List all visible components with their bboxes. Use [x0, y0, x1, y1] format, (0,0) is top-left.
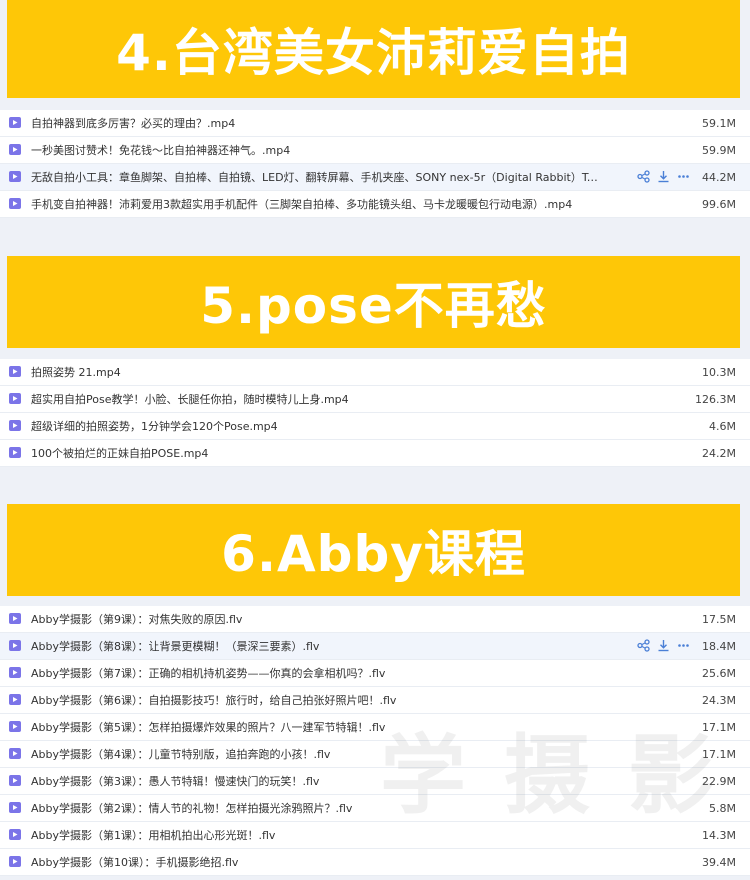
video-file-icon: [9, 721, 21, 732]
section-title: 5.pose不再愁: [7, 256, 740, 348]
file-row[interactable]: Abby学摄影（第1课）：用相机拍出心形光斑！.flv 14.3M: [0, 822, 750, 849]
file-name: Abby学摄影（第7课）：正确的相机持机姿势——你真的会拿相机吗？.flv: [31, 667, 386, 680]
video-file-icon: [9, 802, 21, 813]
file-row[interactable]: Abby学摄影（第5课）：怎样拍摄爆炸效果的照片？八一建军节特辑！.flv 17…: [0, 714, 750, 741]
file-name: 超实用自拍Pose教学！小脸、长腿任你拍，随时模特儿上身.mp4: [31, 393, 349, 406]
file-name: Abby学摄影（第5课）：怎样拍摄爆炸效果的照片？八一建军节特辑！.flv: [31, 721, 386, 734]
file-name: Abby学摄影（第1课）：用相机拍出心形光斑！.flv: [31, 829, 276, 842]
video-file-icon: [9, 856, 21, 867]
file-row[interactable]: 超级详细的拍照姿势，1分钟学会120个Pose.mp4 4.6M: [0, 413, 750, 440]
file-name: 自拍神器到底多厉害？必买的理由？.mp4: [31, 117, 236, 130]
share-icon[interactable]: [637, 170, 650, 183]
file-name: Abby学摄影（第2课）：情人节的礼物！怎样拍摄光涂鸦照片？.flv: [31, 802, 353, 815]
file-size: 24.3M: [702, 693, 736, 707]
more-icon[interactable]: [677, 639, 690, 652]
file-row[interactable]: Abby学摄影（第10课）：手机摄影绝招.flv 39.4M: [0, 849, 750, 876]
more-icon[interactable]: [677, 170, 690, 183]
file-size: 10.3M: [702, 365, 736, 379]
download-icon[interactable]: [657, 639, 670, 652]
row-actions: [637, 170, 690, 183]
video-file-icon: [9, 748, 21, 759]
video-file-icon: [9, 117, 21, 128]
file-size: 14.3M: [702, 828, 736, 842]
file-row[interactable]: 100个被拍烂的正妹自拍POSE.mp4 24.2M: [0, 440, 750, 467]
file-row[interactable]: Abby学摄影（第3课）：愚人节特辑！慢速快门的玩笑！.flv 22.9M: [0, 768, 750, 795]
file-name: 超级详细的拍照姿势，1分钟学会120个Pose.mp4: [31, 420, 278, 433]
video-file-icon: [9, 198, 21, 209]
download-icon[interactable]: [657, 170, 670, 183]
file-name: 一秒美图讨赞术！免花钱～比自拍神器还神气。.mp4: [31, 144, 291, 157]
file-name: Abby学摄影（第3课）：愚人节特辑！慢速快门的玩笑！.flv: [31, 775, 320, 788]
file-list: Abby学摄影（第9课）：对焦失败的原因.flv 17.5M Abby学摄影（第…: [0, 606, 750, 876]
file-size: 5.8M: [709, 801, 736, 815]
video-file-icon: [9, 667, 21, 678]
file-name: Abby学摄影（第4课）：儿童节特别版，追拍奔跑的小孩！.flv: [31, 748, 331, 761]
file-size: 39.4M: [702, 855, 736, 869]
video-file-icon: [9, 694, 21, 705]
section-title: 6.Abby课程: [7, 504, 740, 596]
video-file-icon: [9, 640, 21, 651]
file-name: Abby学摄影（第8课）：让背景更模糊！（景深三要素）.flv: [31, 640, 320, 653]
video-file-icon: [9, 829, 21, 840]
row-actions: [637, 639, 690, 652]
file-size: 59.1M: [702, 116, 736, 130]
share-icon[interactable]: [637, 639, 650, 652]
file-size: 24.2M: [702, 446, 736, 460]
file-list: 自拍神器到底多厉害？必买的理由？.mp4 59.1M 一秒美图讨赞术！免花钱～比…: [0, 110, 750, 218]
file-name: 手机变自拍神器！沛莉爱用3款超实用手机配件（三脚架自拍棒、多功能镜头组、马卡龙暖…: [31, 198, 573, 211]
video-file-icon: [9, 775, 21, 786]
file-row[interactable]: 拍照姿势 21.mp4 10.3M: [0, 359, 750, 386]
video-file-icon: [9, 366, 21, 377]
section-title: 4.台湾美女沛莉爱自拍: [7, 0, 740, 98]
file-size: 126.3M: [695, 392, 736, 406]
file-size: 99.6M: [702, 197, 736, 211]
file-row[interactable]: Abby学摄影（第9课）：对焦失败的原因.flv 17.5M: [0, 606, 750, 633]
file-size: 17.1M: [702, 747, 736, 761]
file-row[interactable]: Abby学摄影（第8课）：让背景更模糊！（景深三要素）.flv 18.4M: [0, 633, 750, 660]
file-size: 22.9M: [702, 774, 736, 788]
file-size: 4.6M: [709, 419, 736, 433]
file-size: 44.2M: [702, 170, 736, 184]
file-row[interactable]: 一秒美图讨赞术！免花钱～比自拍神器还神气。.mp4 59.9M: [0, 137, 750, 164]
video-file-icon: [9, 393, 21, 404]
file-name: 100个被拍烂的正妹自拍POSE.mp4: [31, 447, 209, 460]
file-row[interactable]: Abby学摄影（第6课）：自拍摄影技巧！旅行时，给自己拍张好照片吧！.flv 2…: [0, 687, 750, 714]
file-size: 18.4M: [702, 639, 736, 653]
file-row[interactable]: Abby学摄影（第2课）：情人节的礼物！怎样拍摄光涂鸦照片？.flv 5.8M: [0, 795, 750, 822]
file-size: 17.5M: [702, 612, 736, 626]
file-size: 17.1M: [702, 720, 736, 734]
file-row[interactable]: Abby学摄影（第4课）：儿童节特别版，追拍奔跑的小孩！.flv 17.1M: [0, 741, 750, 768]
file-name: Abby学摄影（第10课）：手机摄影绝招.flv: [31, 856, 239, 869]
file-row[interactable]: 自拍神器到底多厉害？必买的理由？.mp4 59.1M: [0, 110, 750, 137]
file-size: 25.6M: [702, 666, 736, 680]
file-row[interactable]: 无敌自拍小工具：章鱼脚架、自拍棒、自拍镜、LED灯、翻转屏幕、手机夹座、SONY…: [0, 164, 750, 191]
file-name: 无敌自拍小工具：章鱼脚架、自拍棒、自拍镜、LED灯、翻转屏幕、手机夹座、SONY…: [31, 171, 600, 184]
file-size: 59.9M: [702, 143, 736, 157]
file-name: Abby学摄影（第6课）：自拍摄影技巧！旅行时，给自己拍张好照片吧！.flv: [31, 694, 397, 707]
video-file-icon: [9, 447, 21, 458]
video-file-icon: [9, 420, 21, 431]
file-row[interactable]: 超实用自拍Pose教学！小脸、长腿任你拍，随时模特儿上身.mp4 126.3M: [0, 386, 750, 413]
file-row[interactable]: Abby学摄影（第7课）：正确的相机持机姿势——你真的会拿相机吗？.flv 25…: [0, 660, 750, 687]
file-name: Abby学摄影（第9课）：对焦失败的原因.flv: [31, 613, 243, 626]
video-file-icon: [9, 613, 21, 624]
file-list: 拍照姿势 21.mp4 10.3M 超实用自拍Pose教学！小脸、长腿任你拍，随…: [0, 359, 750, 467]
file-name: 拍照姿势 21.mp4: [31, 366, 121, 379]
file-row[interactable]: 手机变自拍神器！沛莉爱用3款超实用手机配件（三脚架自拍棒、多功能镜头组、马卡龙暖…: [0, 191, 750, 218]
video-file-icon: [9, 171, 21, 182]
video-file-icon: [9, 144, 21, 155]
